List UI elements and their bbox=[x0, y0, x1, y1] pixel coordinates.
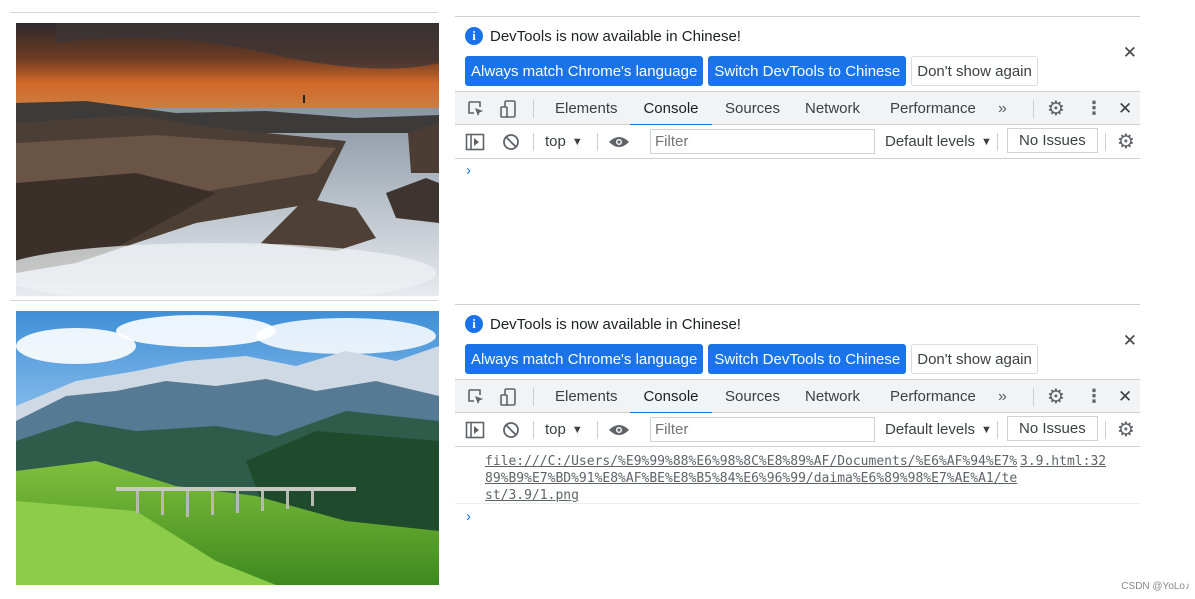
sidebar-toggle-icon[interactable] bbox=[465, 125, 485, 158]
issues-button[interactable]: No Issues bbox=[1007, 128, 1098, 153]
mountain-bridge-photo bbox=[16, 311, 439, 585]
log-levels-dropdown[interactable]: Default levels ▼ bbox=[885, 413, 992, 446]
console-filterbar: top ▼ Default levels ▼ No Issues ⚙ bbox=[455, 413, 1140, 447]
more-tabs-icon[interactable]: » bbox=[998, 380, 1007, 413]
dropdown-arrow-icon: ▼ bbox=[571, 423, 583, 436]
kebab-menu-icon[interactable]: ⋮ bbox=[1085, 92, 1103, 125]
eye-icon[interactable] bbox=[608, 413, 630, 446]
context-selector[interactable]: top ▼ bbox=[545, 413, 583, 446]
clear-console-icon[interactable] bbox=[502, 413, 520, 446]
dropdown-arrow-icon: ▼ bbox=[981, 135, 992, 148]
settings-gear-icon[interactable]: ⚙ bbox=[1047, 380, 1065, 413]
console-settings-gear-icon[interactable]: ⚙ bbox=[1117, 413, 1135, 446]
tab-elements[interactable]: Elements bbox=[555, 92, 618, 125]
dont-show-again-button[interactable]: Don't show again bbox=[911, 56, 1038, 86]
console-filter-input[interactable] bbox=[650, 129, 875, 154]
tabbar-divider bbox=[1033, 100, 1034, 118]
switch-to-chinese-button[interactable]: Switch DevTools to Chinese bbox=[708, 344, 907, 374]
eye-icon[interactable] bbox=[608, 125, 630, 158]
close-icon[interactable]: ✕ bbox=[1123, 331, 1137, 351]
filterbar-divider bbox=[1105, 421, 1106, 439]
devtools-tabbar: Elements Console Sources Network Perform… bbox=[455, 379, 1140, 414]
console-prompt-icon: › bbox=[466, 508, 471, 525]
log-levels-dropdown[interactable]: Default levels ▼ bbox=[885, 125, 992, 158]
tab-network[interactable]: Network bbox=[805, 380, 860, 413]
filterbar-divider bbox=[1105, 133, 1106, 151]
console-filter-input[interactable] bbox=[650, 417, 875, 442]
console-log-source[interactable]: 3.9.html:32 bbox=[1020, 453, 1106, 470]
context-selector[interactable]: top ▼ bbox=[545, 125, 583, 158]
infobar-message: DevTools is now available in Chinese! bbox=[490, 27, 741, 45]
tab-console[interactable]: Console bbox=[630, 92, 712, 126]
info-icon: i bbox=[465, 315, 483, 333]
tab-sources[interactable]: Sources bbox=[725, 92, 780, 125]
tabbar-divider bbox=[533, 388, 534, 406]
devtools-panel-2: i DevTools is now available in Chinese! … bbox=[455, 304, 1140, 537]
devtools-tabbar: Elements Console Sources Network Perform… bbox=[455, 91, 1140, 126]
filterbar-divider bbox=[533, 133, 534, 151]
inspect-element-icon[interactable] bbox=[466, 380, 486, 413]
sidebar-toggle-icon[interactable] bbox=[465, 413, 485, 446]
tab-sources[interactable]: Sources bbox=[725, 380, 780, 413]
middle-divider bbox=[10, 300, 438, 301]
dropdown-arrow-icon: ▼ bbox=[571, 135, 583, 148]
devtools-panel-1: i DevTools is now available in Chinese! … bbox=[455, 16, 1140, 199]
console-prompt-icon: › bbox=[466, 162, 471, 179]
console-output[interactable]: file:///C:/Users/%E9%99%88%E6%98%8C%E8%8… bbox=[455, 447, 1140, 537]
console-filterbar: top ▼ Default levels ▼ No Issues ⚙ bbox=[455, 125, 1140, 159]
console-output[interactable]: › bbox=[455, 159, 1140, 199]
tab-network[interactable]: Network bbox=[805, 92, 860, 125]
device-toolbar-icon[interactable] bbox=[499, 380, 519, 413]
always-match-language-button[interactable]: Always match Chrome's language bbox=[465, 56, 704, 86]
switch-to-chinese-button[interactable]: Switch DevTools to Chinese bbox=[708, 56, 907, 86]
tab-elements[interactable]: Elements bbox=[555, 380, 618, 413]
kebab-menu-icon[interactable]: ⋮ bbox=[1085, 380, 1103, 413]
levels-label: Default levels bbox=[885, 133, 976, 150]
language-infobar: i DevTools is now available in Chinese! … bbox=[455, 16, 1140, 91]
close-icon[interactable]: ✕ bbox=[1123, 43, 1137, 63]
watermark: CSDN @YoLo♪ bbox=[1121, 581, 1190, 592]
settings-gear-icon[interactable]: ⚙ bbox=[1047, 92, 1065, 125]
dropdown-arrow-icon: ▼ bbox=[981, 423, 992, 436]
inspect-element-icon[interactable] bbox=[466, 92, 486, 125]
coastal-rocks-photo bbox=[16, 23, 439, 296]
clear-console-icon[interactable] bbox=[502, 125, 520, 158]
close-devtools-icon[interactable]: ✕ bbox=[1118, 380, 1132, 413]
infobar-message: DevTools is now available in Chinese! bbox=[490, 315, 741, 333]
top-divider bbox=[10, 12, 438, 13]
console-message-divider bbox=[455, 503, 1140, 504]
context-label: top bbox=[545, 421, 566, 438]
close-devtools-icon[interactable]: ✕ bbox=[1118, 92, 1132, 125]
issues-button[interactable]: No Issues bbox=[1007, 416, 1098, 441]
device-toolbar-icon[interactable] bbox=[499, 92, 519, 125]
tab-performance[interactable]: Performance bbox=[890, 92, 976, 125]
filterbar-divider bbox=[533, 421, 534, 439]
filterbar-divider bbox=[597, 133, 598, 151]
filterbar-divider bbox=[997, 421, 998, 439]
info-icon: i bbox=[465, 27, 483, 45]
filterbar-divider bbox=[997, 133, 998, 151]
tabbar-divider bbox=[533, 100, 534, 118]
tab-console[interactable]: Console bbox=[630, 380, 712, 414]
context-label: top bbox=[545, 133, 566, 150]
language-infobar: i DevTools is now available in Chinese! … bbox=[455, 304, 1140, 379]
dont-show-again-button[interactable]: Don't show again bbox=[911, 344, 1038, 374]
filterbar-divider bbox=[597, 421, 598, 439]
tab-performance[interactable]: Performance bbox=[890, 380, 976, 413]
console-settings-gear-icon[interactable]: ⚙ bbox=[1117, 125, 1135, 158]
always-match-language-button[interactable]: Always match Chrome's language bbox=[465, 344, 704, 374]
console-log-url[interactable]: file:///C:/Users/%E9%99%88%E6%98%8C%E8%8… bbox=[485, 453, 1025, 504]
tabbar-divider bbox=[1033, 388, 1034, 406]
more-tabs-icon[interactable]: » bbox=[998, 92, 1007, 125]
levels-label: Default levels bbox=[885, 421, 976, 438]
